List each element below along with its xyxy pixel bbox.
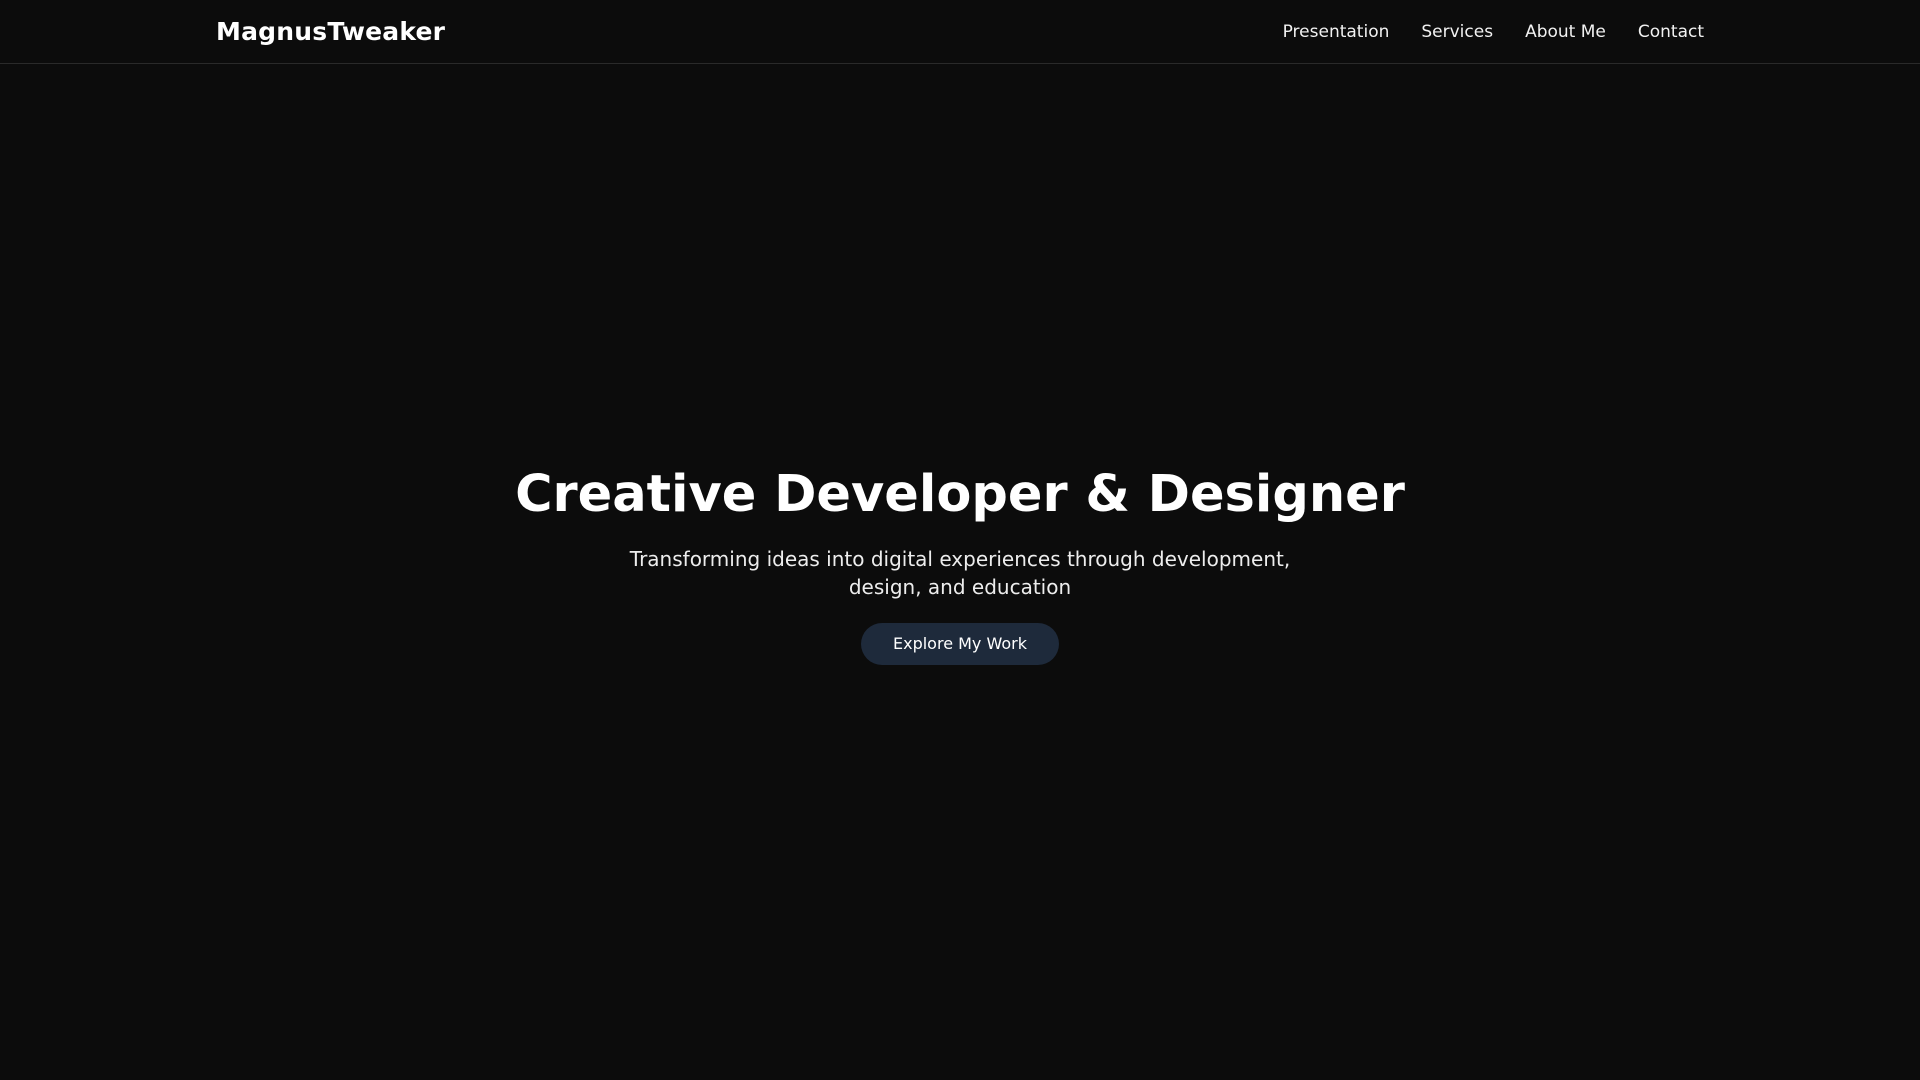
brand-logo[interactable]: MagnusTweaker — [216, 0, 445, 63]
nav-link-about-me[interactable]: About Me — [1525, 22, 1606, 42]
nav-link-contact[interactable]: Contact — [1638, 22, 1704, 42]
explore-work-button[interactable]: Explore My Work — [861, 622, 1059, 665]
nav-link-presentation[interactable]: Presentation — [1283, 22, 1390, 42]
hero-subtitle: Transforming ideas into digital experien… — [629, 546, 1291, 599]
top-navbar: MagnusTweaker Presentation Services Abou… — [0, 0, 1920, 64]
nav-link-services[interactable]: Services — [1421, 22, 1493, 42]
hero-title: Creative Developer & Designer — [515, 464, 1405, 524]
nav-menu: Presentation Services About Me Contact — [1283, 0, 1704, 63]
hero-section: Creative Developer & Designer Transformi… — [0, 64, 1920, 1080]
